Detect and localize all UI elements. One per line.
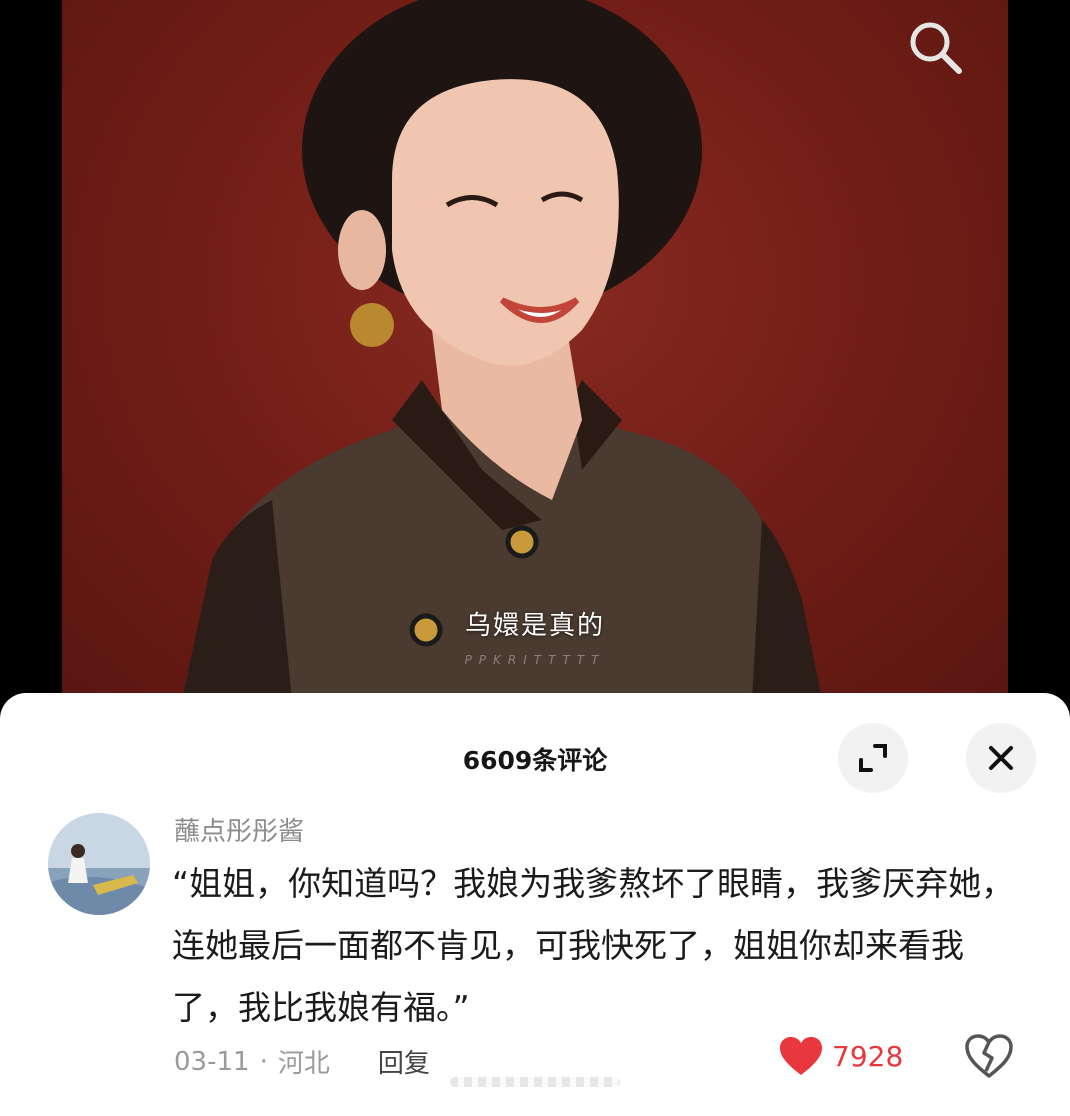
video-player[interactable]: 乌嬛是真的 PPKRITTTTT <box>62 0 1008 700</box>
search-icon <box>910 22 962 74</box>
avatar[interactable] <box>48 813 150 915</box>
heart-icon <box>780 1037 822 1075</box>
avatar-image <box>48 813 150 915</box>
meta-separator: · <box>259 1046 268 1077</box>
dislike-button[interactable] <box>964 1033 1014 1083</box>
like-count: 7928 <box>832 1039 904 1073</box>
broken-heart-icon <box>965 1034 1013 1078</box>
comments-sheet: 6609条评论 蘸点彤彤酱 “姐姐，你知道吗？我娘为我爹熬坏了眼睛，我爹厌弃她，… <box>0 693 1070 1116</box>
expand-button[interactable] <box>838 723 908 793</box>
expand-icon <box>859 744 887 772</box>
like-button[interactable]: 7928 <box>778 1035 903 1077</box>
comment-text: “姐姐，你知道吗？我娘为我爹熬坏了眼睛，我爹厌弃她，连她最后一面都不肯见，可我快… <box>172 864 1015 1027</box>
reply-button[interactable]: 回复 <box>378 1043 430 1080</box>
comment-username[interactable]: 蘸点彤彤酱 <box>174 811 304 848</box>
video-watermark: PPKRITTTTT <box>464 653 606 667</box>
comment-date: 03-11 <box>174 1046 250 1077</box>
screen: 乌嬛是真的 PPKRITTTTT 6609条评论 蘸点彤彤酱 “姐姐，你知道吗？… <box>0 0 1070 1116</box>
close-icon <box>989 746 1013 770</box>
search-button[interactable] <box>902 14 968 80</box>
video-frame-image <box>182 0 822 700</box>
comments-count-title: 6609条评论 <box>462 746 608 775</box>
comment-location: 河北 <box>277 1049 330 1079</box>
home-indicator <box>450 1077 620 1087</box>
video-subtitle: 乌嬛是真的 <box>464 611 605 641</box>
comment-meta: 03-11 · 河北 回复 <box>174 1043 430 1080</box>
close-button[interactable] <box>966 723 1036 793</box>
